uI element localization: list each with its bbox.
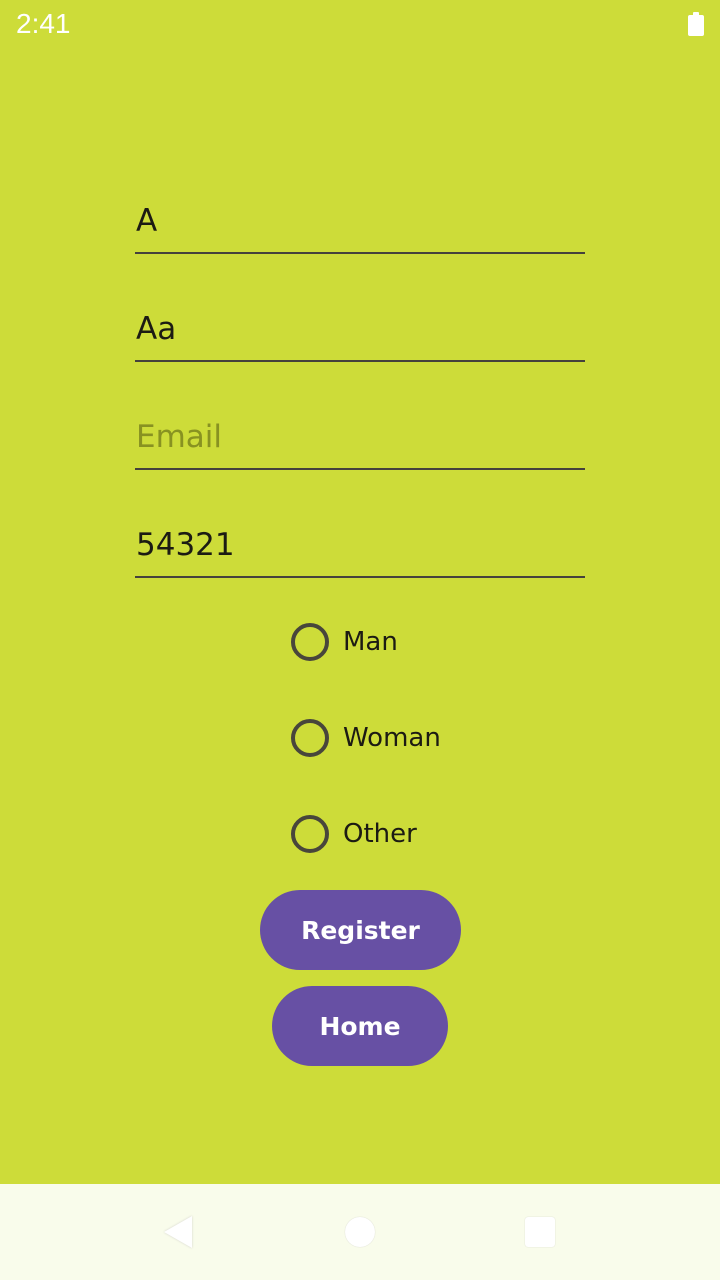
last-name-field[interactable]: [135, 290, 585, 362]
battery-icon: [688, 12, 704, 36]
status-time: 2:41: [16, 8, 71, 39]
radio-man-label: Man: [343, 627, 398, 657]
email-field[interactable]: [135, 398, 585, 470]
password-input[interactable]: [136, 524, 576, 566]
radio-other[interactable]: Other: [288, 810, 488, 858]
radio-other-label: Other: [343, 819, 417, 849]
radio-unchecked-icon: [291, 623, 329, 661]
first-name-field[interactable]: [135, 182, 585, 254]
email-input[interactable]: [136, 416, 576, 458]
password-field[interactable]: [135, 506, 585, 578]
recents-square-icon[interactable]: [525, 1217, 555, 1247]
radio-woman-label: Woman: [343, 723, 441, 753]
register-screen: 2:41 Man Woman Other Register Home: [0, 0, 720, 1280]
home-circle-icon[interactable]: [345, 1217, 375, 1247]
radio-man[interactable]: Man: [288, 618, 488, 666]
first-name-input[interactable]: [136, 200, 576, 242]
radio-unchecked-icon: [291, 815, 329, 853]
last-name-input[interactable]: [136, 308, 576, 350]
back-triangle-icon[interactable]: [164, 1216, 192, 1248]
radio-unchecked-icon: [291, 719, 329, 757]
navigation-bar: [0, 1184, 720, 1280]
home-button[interactable]: Home: [272, 986, 448, 1066]
status-bar: 2:41: [0, 0, 720, 48]
register-button[interactable]: Register: [260, 890, 461, 970]
radio-woman[interactable]: Woman: [288, 714, 488, 762]
